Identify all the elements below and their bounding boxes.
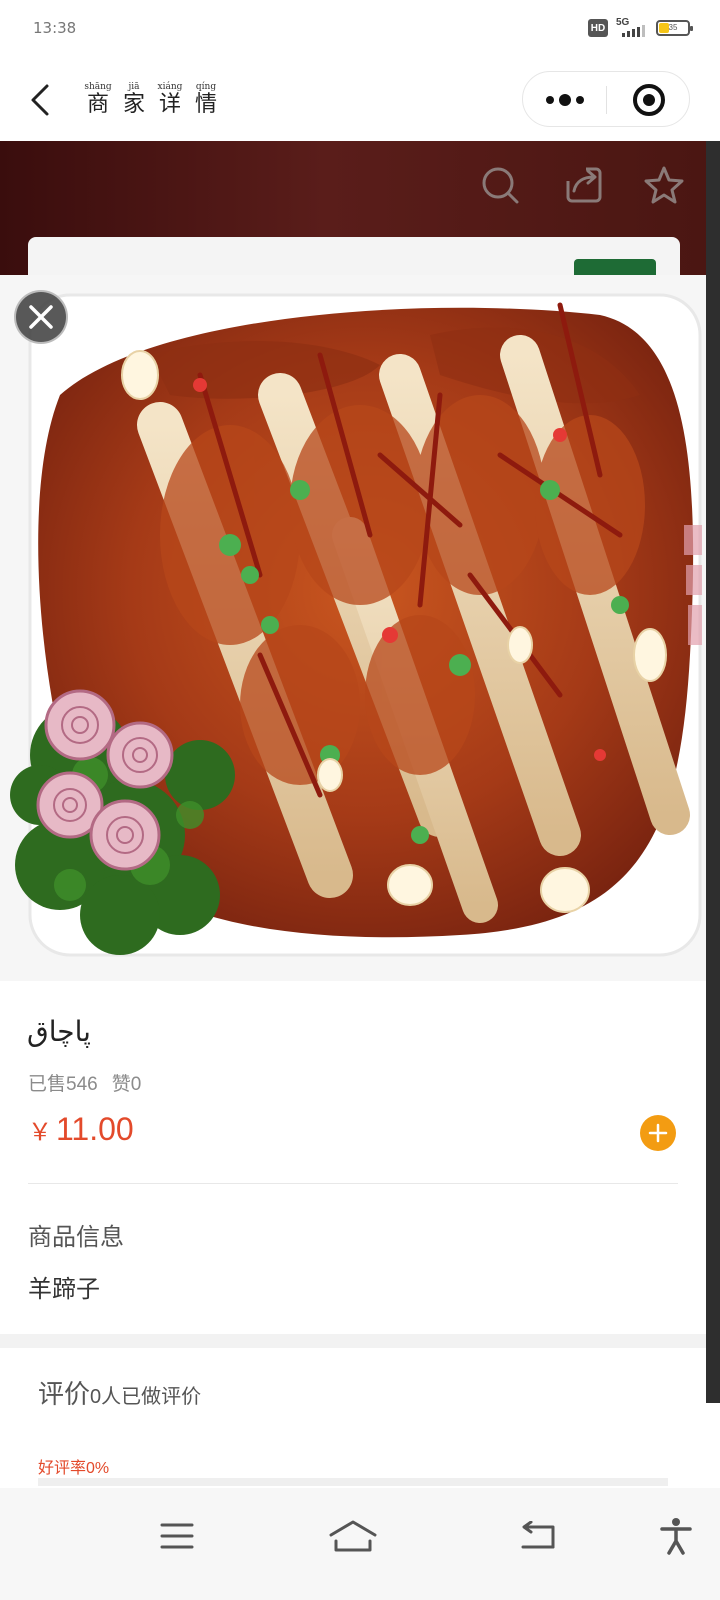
battery-icon: 35: [656, 20, 693, 36]
battery-level: 35: [668, 23, 678, 32]
signal-bar: [627, 31, 630, 37]
signal-bar: [642, 25, 645, 37]
back-nav-button[interactable]: [510, 1508, 566, 1564]
signal-bar: [637, 27, 640, 37]
signal-bar: [632, 29, 635, 37]
dish-photo: [0, 275, 706, 981]
share-icon[interactable]: [564, 165, 604, 205]
back-button[interactable]: [22, 80, 58, 120]
reviews-title: 评价: [38, 1379, 91, 1409]
section-separator: [0, 1334, 706, 1348]
status-time: 13:38: [33, 19, 77, 37]
title-pinyin: jiā: [128, 82, 140, 92]
title-char: xiáng 详: [156, 82, 184, 118]
hd-badge: HD: [588, 19, 608, 37]
title-hanzi: 详: [158, 92, 181, 117]
currency-symbol: ￥: [28, 1119, 52, 1146]
dish-name: پاچاق: [27, 1015, 91, 1048]
shop-header: [0, 141, 720, 276]
reviews-count: 0人已做评价: [90, 1386, 202, 1408]
divider: [28, 1183, 678, 1184]
shop-logo: [574, 259, 656, 276]
signal-icon: 5G: [616, 17, 648, 39]
dot-icon: [546, 96, 554, 104]
shop-card: [28, 237, 680, 276]
mini-program-capsule: [522, 71, 690, 127]
back-icon: [521, 1521, 555, 1549]
reviews-heading: 评价 0人已做评价: [38, 1374, 201, 1411]
status-bar: 13:38 HD 5G 35: [0, 0, 720, 60]
title-pinyin: qíng: [195, 82, 217, 92]
search-icon[interactable]: [480, 165, 520, 205]
product-info-heading: 商品信息: [28, 1224, 124, 1251]
title-pinyin: xiáng: [157, 82, 183, 92]
dish-stats: 已售546 赞0: [28, 1069, 141, 1096]
close-mini-program-button[interactable]: [633, 84, 665, 116]
target-icon: [643, 94, 655, 106]
title-char: qíng 情: [192, 82, 220, 118]
page-title: shāng 商 jiā 家 xiáng 详 qíng 情: [84, 82, 220, 118]
close-button[interactable]: [14, 290, 68, 344]
title-char: jiā 家: [120, 82, 148, 118]
reviews-section: 评价 0人已做评价 好评率0%: [0, 1348, 706, 1488]
like-count: 赞0: [111, 1074, 142, 1095]
price-value: 11.00: [56, 1111, 134, 1147]
system-navigation-bar: [0, 1488, 720, 1600]
title-char: shāng 商: [84, 82, 112, 118]
capsule-divider: [606, 86, 607, 114]
signal-bar: [622, 33, 625, 37]
good-rate-bar: [38, 1478, 668, 1486]
more-menu-button[interactable]: [541, 80, 589, 120]
plus-icon: [648, 1123, 668, 1143]
status-indicators: HD 5G 35: [588, 17, 693, 39]
title-hanzi: 情: [194, 92, 217, 117]
title-pinyin: shāng: [84, 82, 112, 92]
star-icon[interactable]: [644, 165, 684, 205]
accessibility-button[interactable]: [648, 1508, 704, 1564]
sold-count: 已售546: [28, 1074, 98, 1095]
scrollbar[interactable]: [706, 141, 720, 1403]
add-to-cart-button[interactable]: [640, 1115, 676, 1151]
accessibility-icon: [660, 1518, 692, 1555]
dot-icon: [559, 94, 571, 106]
braised-lamb-trotters-image: [0, 275, 706, 981]
title-hanzi: 商: [86, 92, 109, 117]
chevron-left-icon: [31, 84, 49, 116]
menu-button[interactable]: [149, 1508, 205, 1564]
title-hanzi: 家: [122, 92, 145, 117]
product-info-description: 羊蹄子: [28, 1276, 100, 1303]
dot-icon: [576, 96, 584, 104]
home-icon: [329, 1520, 377, 1552]
home-button[interactable]: [325, 1508, 381, 1564]
close-icon: [29, 305, 53, 329]
dish-detail-panel: پاچاق 已售546 赞0 ￥ 11.00 商品信息 羊蹄子: [0, 981, 706, 1334]
dish-price: ￥ 11.00: [28, 1111, 134, 1148]
good-rate-label: 好评率0%: [38, 1460, 110, 1477]
nav-bar: shāng 商 jiā 家 xiáng 详 qíng 情: [0, 60, 720, 141]
menu-icon: [160, 1523, 194, 1549]
